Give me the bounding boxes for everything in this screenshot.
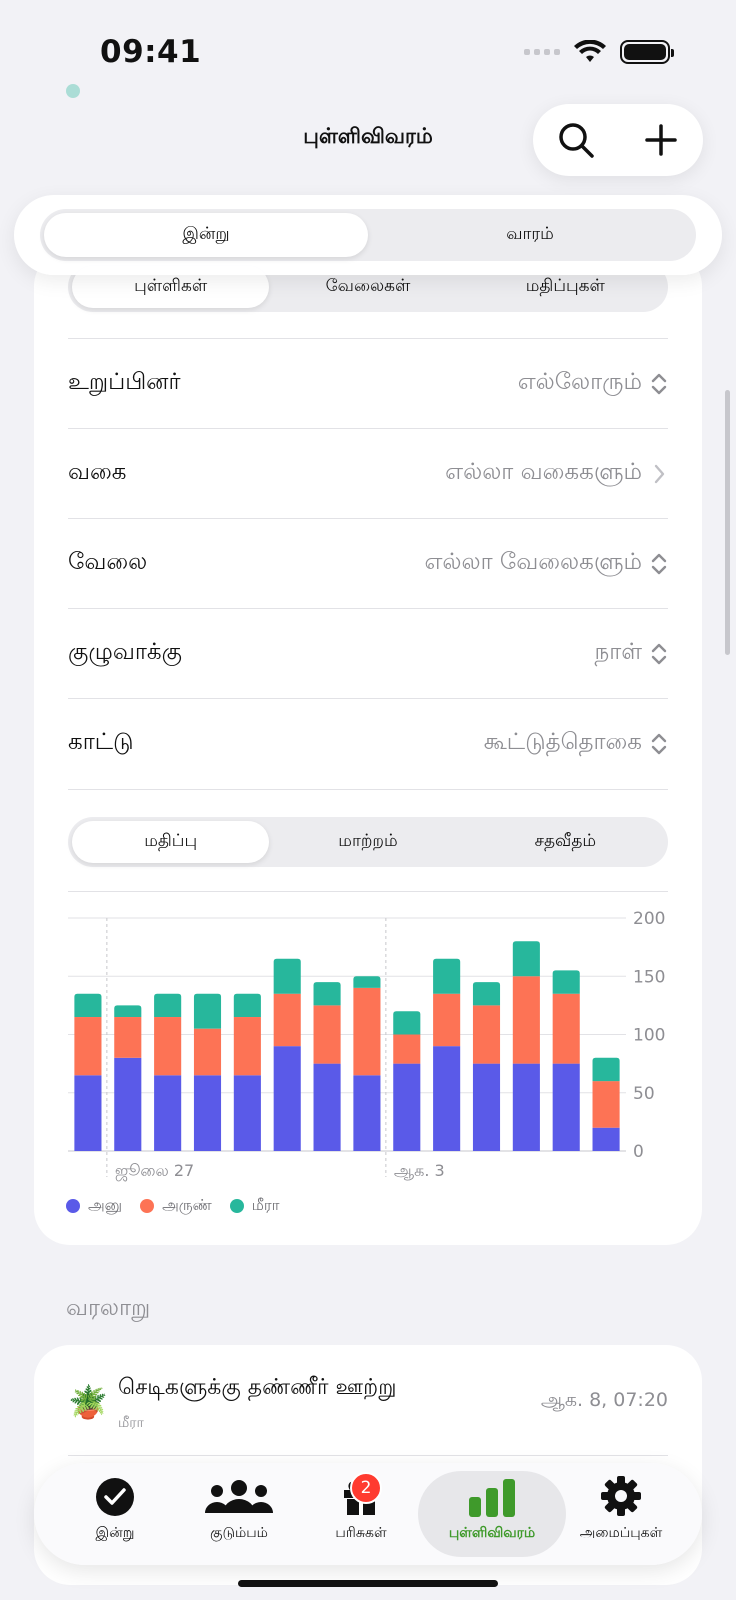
chevron-up-down-icon [651,373,667,394]
cellular-signal-icon [524,49,560,55]
tab-today[interactable]: இன்று [44,213,368,257]
tab-label: அமைப்புகள் [579,1525,663,1541]
legend-label: மீரா [251,1196,280,1214]
add-button[interactable] [631,110,691,170]
search-icon [558,123,594,158]
history-title: வரலாறு [66,1295,151,1321]
gear-icon [601,1476,641,1516]
tab-bar-family[interactable]: குடும்பம் [174,1471,304,1557]
history-task: செடிகளுக்கு தண்ணீர் ஊற்று [118,1375,397,1400]
chevron-up-down-icon [651,643,667,664]
filter-group-by[interactable]: குழுவாக்கு நாள் [68,608,668,698]
people-icon [205,1480,273,1513]
tab-label: புள்ளிவிவரம் [448,1525,536,1541]
legend-swatch [229,1199,244,1213]
divider [68,891,668,892]
tab-bar-settings[interactable]: அமைப்புகள் [556,1471,686,1557]
legend-item: அருண் [140,1196,212,1216]
filter-task[interactable]: வேலை எல்லா வேலைகளும் [68,518,668,608]
filter-label: உறுப்பினர் [68,369,181,395]
chart-bar-icon [469,1479,515,1517]
tab-label: குடும்பம் [210,1525,268,1541]
chart-legend: அனு அருண் மீரா [66,1196,279,1216]
scrollbar[interactable] [725,390,730,655]
history-user: மீரா [118,1415,144,1431]
filter-member[interactable]: உறுப்பினர் எல்லோரும் [68,338,668,428]
tab-week[interactable]: வாரம் [368,213,692,257]
legend-swatch [140,1199,155,1213]
period-segmented-control: இன்று வாரம் [40,209,696,261]
battery-icon [620,40,674,64]
filter-value: கூட்டுத்தொகை [483,729,642,755]
wifi-icon [574,40,606,62]
potted-plant-icon: 🪴 [68,1383,108,1421]
tab-value[interactable]: மதிப்பு [72,821,270,863]
search-button[interactable] [546,110,606,170]
legend-swatch [66,1199,80,1213]
filter-value: எல்லா வேலைகளும் [424,549,642,575]
period-picker: இன்று வாரம் [14,195,722,275]
legend-item: மீரா [229,1196,280,1216]
legend-label: அருண் [162,1196,212,1214]
tab-percent[interactable]: சதவீதம் [467,821,664,863]
filter-label: வகை [68,459,127,485]
tab-label: பரிசுகள் [335,1525,387,1541]
divider [68,789,668,790]
status-icons [524,40,674,64]
tab-change[interactable]: மாற்றம் [269,821,466,863]
view-segmented-control: மதிப்பு மாற்றம் சதவீதம் [68,817,668,867]
chevron-up-down-icon [651,733,667,754]
history-item[interactable]: 🪴 செடிகளுக்கு தண்ணீர் ஊற்று மீரா ஆக. 8, … [34,1345,702,1455]
filter-label: குழுவாக்கு [68,639,182,665]
plus-icon [644,124,677,156]
tab-bar-today[interactable]: இன்று [50,1471,180,1557]
tab-label: இன்று [95,1525,135,1541]
legend-item: அனு [66,1196,122,1216]
chevron-up-down-icon [651,553,667,574]
home-indicator [238,1580,498,1587]
nav-actions [533,104,703,176]
filter-value: நாள் [594,639,642,665]
filter-value: எல்லோரும் [517,369,642,395]
legend-label: அனு [88,1196,123,1214]
filter-show[interactable]: காட்டு கூட்டுத்தொகை [68,698,668,788]
filter-label: வேலை [68,549,148,575]
check-circle-icon [96,1478,134,1516]
history-time: ஆக. 8, 07:20 [540,1389,668,1411]
chevron-right-icon [654,464,665,483]
tab-bar-statistics[interactable]: புள்ளிவிவரம் [418,1471,566,1557]
filter-value: எல்லா வகைகளும் [445,459,642,485]
status-time: 09:41 [100,34,202,70]
filter-category[interactable]: வகை எல்லா வகைகளும் [68,428,668,518]
filter-label: காட்டு [68,729,134,755]
divider [68,1455,668,1456]
ghost-dot [66,84,80,98]
rewards-badge: 2 [350,1472,382,1504]
